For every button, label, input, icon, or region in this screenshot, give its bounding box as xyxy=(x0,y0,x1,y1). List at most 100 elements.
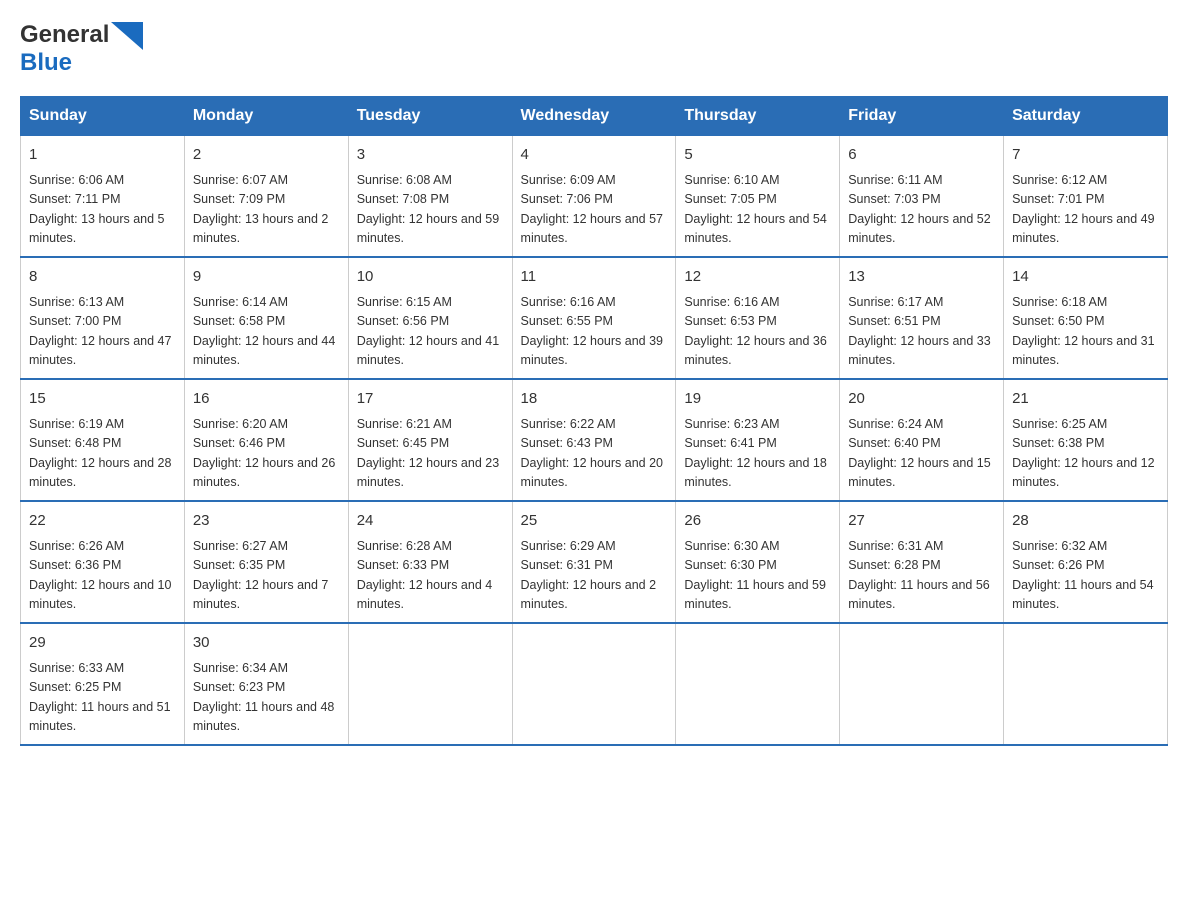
calendar-day: 23 Sunrise: 6:27 AM Sunset: 6:35 PM Dayl… xyxy=(184,501,348,623)
day-number: 2 xyxy=(193,144,340,167)
calendar-day: 6 Sunrise: 6:11 AM Sunset: 7:03 PM Dayli… xyxy=(840,136,1004,258)
calendar-day: 20 Sunrise: 6:24 AM Sunset: 6:40 PM Dayl… xyxy=(840,379,1004,501)
calendar-day: 9 Sunrise: 6:14 AM Sunset: 6:58 PM Dayli… xyxy=(184,257,348,379)
day-info: Sunrise: 6:23 AM Sunset: 6:41 PM Dayligh… xyxy=(684,415,831,493)
calendar-week-1: 1 Sunrise: 6:06 AM Sunset: 7:11 PM Dayli… xyxy=(21,136,1168,258)
day-info: Sunrise: 6:31 AM Sunset: 6:28 PM Dayligh… xyxy=(848,537,995,615)
day-number: 29 xyxy=(29,632,176,655)
calendar-day: 1 Sunrise: 6:06 AM Sunset: 7:11 PM Dayli… xyxy=(21,136,185,258)
calendar-day: 4 Sunrise: 6:09 AM Sunset: 7:06 PM Dayli… xyxy=(512,136,676,258)
logo-triangle-icon xyxy=(111,22,143,50)
day-number: 12 xyxy=(684,266,831,289)
calendar-day: 30 Sunrise: 6:34 AM Sunset: 6:23 PM Dayl… xyxy=(184,623,348,745)
day-info: Sunrise: 6:19 AM Sunset: 6:48 PM Dayligh… xyxy=(29,415,176,493)
day-number: 20 xyxy=(848,388,995,411)
day-info: Sunrise: 6:06 AM Sunset: 7:11 PM Dayligh… xyxy=(29,171,176,249)
day-number: 24 xyxy=(357,510,504,533)
day-number: 13 xyxy=(848,266,995,289)
day-info: Sunrise: 6:25 AM Sunset: 6:38 PM Dayligh… xyxy=(1012,415,1159,493)
day-number: 17 xyxy=(357,388,504,411)
day-number: 22 xyxy=(29,510,176,533)
day-number: 28 xyxy=(1012,510,1159,533)
day-info: Sunrise: 6:12 AM Sunset: 7:01 PM Dayligh… xyxy=(1012,171,1159,249)
calendar-day: 28 Sunrise: 6:32 AM Sunset: 6:26 PM Dayl… xyxy=(1004,501,1168,623)
day-number: 23 xyxy=(193,510,340,533)
column-header-wednesday: Wednesday xyxy=(512,97,676,136)
day-info: Sunrise: 6:16 AM Sunset: 6:53 PM Dayligh… xyxy=(684,293,831,371)
calendar-day: 19 Sunrise: 6:23 AM Sunset: 6:41 PM Dayl… xyxy=(676,379,840,501)
calendar-day: 3 Sunrise: 6:08 AM Sunset: 7:08 PM Dayli… xyxy=(348,136,512,258)
day-info: Sunrise: 6:14 AM Sunset: 6:58 PM Dayligh… xyxy=(193,293,340,371)
day-info: Sunrise: 6:34 AM Sunset: 6:23 PM Dayligh… xyxy=(193,659,340,737)
day-number: 4 xyxy=(521,144,668,167)
day-number: 1 xyxy=(29,144,176,167)
day-info: Sunrise: 6:07 AM Sunset: 7:09 PM Dayligh… xyxy=(193,171,340,249)
calendar-day xyxy=(348,623,512,745)
day-info: Sunrise: 6:29 AM Sunset: 6:31 PM Dayligh… xyxy=(521,537,668,615)
calendar-week-2: 8 Sunrise: 6:13 AM Sunset: 7:00 PM Dayli… xyxy=(21,257,1168,379)
logo-blue: Blue xyxy=(20,50,143,76)
calendar-day: 16 Sunrise: 6:20 AM Sunset: 6:46 PM Dayl… xyxy=(184,379,348,501)
day-info: Sunrise: 6:26 AM Sunset: 6:36 PM Dayligh… xyxy=(29,537,176,615)
day-number: 18 xyxy=(521,388,668,411)
calendar-week-3: 15 Sunrise: 6:19 AM Sunset: 6:48 PM Dayl… xyxy=(21,379,1168,501)
day-info: Sunrise: 6:15 AM Sunset: 6:56 PM Dayligh… xyxy=(357,293,504,371)
calendar-day: 29 Sunrise: 6:33 AM Sunset: 6:25 PM Dayl… xyxy=(21,623,185,745)
column-header-sunday: Sunday xyxy=(21,97,185,136)
calendar-day: 21 Sunrise: 6:25 AM Sunset: 6:38 PM Dayl… xyxy=(1004,379,1168,501)
day-number: 9 xyxy=(193,266,340,289)
day-number: 27 xyxy=(848,510,995,533)
day-info: Sunrise: 6:28 AM Sunset: 6:33 PM Dayligh… xyxy=(357,537,504,615)
day-number: 16 xyxy=(193,388,340,411)
calendar-day: 27 Sunrise: 6:31 AM Sunset: 6:28 PM Dayl… xyxy=(840,501,1004,623)
day-number: 25 xyxy=(521,510,668,533)
logo: General Blue xyxy=(20,20,143,76)
calendar-day: 7 Sunrise: 6:12 AM Sunset: 7:01 PM Dayli… xyxy=(1004,136,1168,258)
calendar-week-5: 29 Sunrise: 6:33 AM Sunset: 6:25 PM Dayl… xyxy=(21,623,1168,745)
calendar-table: SundayMondayTuesdayWednesdayThursdayFrid… xyxy=(20,96,1168,746)
day-info: Sunrise: 6:10 AM Sunset: 7:05 PM Dayligh… xyxy=(684,171,831,249)
calendar-day: 22 Sunrise: 6:26 AM Sunset: 6:36 PM Dayl… xyxy=(21,501,185,623)
day-number: 14 xyxy=(1012,266,1159,289)
column-header-tuesday: Tuesday xyxy=(348,97,512,136)
calendar-day: 10 Sunrise: 6:15 AM Sunset: 6:56 PM Dayl… xyxy=(348,257,512,379)
day-info: Sunrise: 6:27 AM Sunset: 6:35 PM Dayligh… xyxy=(193,537,340,615)
calendar-day: 15 Sunrise: 6:19 AM Sunset: 6:48 PM Dayl… xyxy=(21,379,185,501)
day-number: 10 xyxy=(357,266,504,289)
day-info: Sunrise: 6:30 AM Sunset: 6:30 PM Dayligh… xyxy=(684,537,831,615)
day-info: Sunrise: 6:08 AM Sunset: 7:08 PM Dayligh… xyxy=(357,171,504,249)
calendar-day: 13 Sunrise: 6:17 AM Sunset: 6:51 PM Dayl… xyxy=(840,257,1004,379)
day-info: Sunrise: 6:13 AM Sunset: 7:00 PM Dayligh… xyxy=(29,293,176,371)
calendar-day: 12 Sunrise: 6:16 AM Sunset: 6:53 PM Dayl… xyxy=(676,257,840,379)
calendar-day: 26 Sunrise: 6:30 AM Sunset: 6:30 PM Dayl… xyxy=(676,501,840,623)
day-number: 15 xyxy=(29,388,176,411)
calendar-day: 8 Sunrise: 6:13 AM Sunset: 7:00 PM Dayli… xyxy=(21,257,185,379)
logo-container: General Blue xyxy=(20,20,143,76)
calendar-body: 1 Sunrise: 6:06 AM Sunset: 7:11 PM Dayli… xyxy=(21,136,1168,746)
day-number: 26 xyxy=(684,510,831,533)
calendar-day: 18 Sunrise: 6:22 AM Sunset: 6:43 PM Dayl… xyxy=(512,379,676,501)
day-info: Sunrise: 6:20 AM Sunset: 6:46 PM Dayligh… xyxy=(193,415,340,493)
day-number: 11 xyxy=(521,266,668,289)
calendar-day xyxy=(1004,623,1168,745)
column-header-thursday: Thursday xyxy=(676,97,840,136)
day-info: Sunrise: 6:32 AM Sunset: 6:26 PM Dayligh… xyxy=(1012,537,1159,615)
day-info: Sunrise: 6:09 AM Sunset: 7:06 PM Dayligh… xyxy=(521,171,668,249)
day-number: 7 xyxy=(1012,144,1159,167)
logo-general: General xyxy=(20,22,109,48)
day-info: Sunrise: 6:16 AM Sunset: 6:55 PM Dayligh… xyxy=(521,293,668,371)
day-info: Sunrise: 6:22 AM Sunset: 6:43 PM Dayligh… xyxy=(521,415,668,493)
calendar-day: 17 Sunrise: 6:21 AM Sunset: 6:45 PM Dayl… xyxy=(348,379,512,501)
day-info: Sunrise: 6:17 AM Sunset: 6:51 PM Dayligh… xyxy=(848,293,995,371)
calendar-day xyxy=(512,623,676,745)
day-info: Sunrise: 6:11 AM Sunset: 7:03 PM Dayligh… xyxy=(848,171,995,249)
page-header: General Blue xyxy=(20,20,1168,76)
day-info: Sunrise: 6:24 AM Sunset: 6:40 PM Dayligh… xyxy=(848,415,995,493)
calendar-day xyxy=(676,623,840,745)
calendar-day: 11 Sunrise: 6:16 AM Sunset: 6:55 PM Dayl… xyxy=(512,257,676,379)
calendar-day xyxy=(840,623,1004,745)
day-number: 6 xyxy=(848,144,995,167)
day-info: Sunrise: 6:21 AM Sunset: 6:45 PM Dayligh… xyxy=(357,415,504,493)
column-header-monday: Monday xyxy=(184,97,348,136)
day-number: 30 xyxy=(193,632,340,655)
